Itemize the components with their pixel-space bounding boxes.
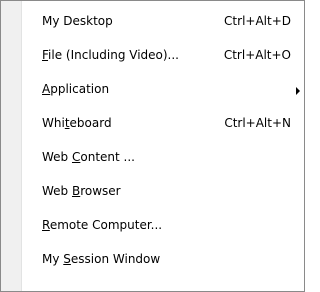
menu-item-label-text: My Desktop	[42, 14, 113, 28]
menu-item-label-text: emote Computer...	[49, 218, 163, 232]
menu-item-shortcut: Ctrl+Alt+D	[224, 14, 291, 28]
menu-item-label-text: rowser	[80, 184, 121, 198]
menu-item-access-key: A	[42, 82, 51, 96]
menu-item-label: Web Browser	[42, 184, 121, 198]
menu-item-my-session-window[interactable]: My Session Window	[22, 243, 304, 277]
menu-item-label-text: Web	[42, 184, 72, 198]
menu-item-label-text: Whi	[42, 116, 65, 130]
menu-item-file-including-video[interactable]: File (Including Video)... Ctrl+Alt+O	[22, 39, 304, 73]
menu-item-label-text: ession Window	[70, 252, 161, 266]
menu-item-application[interactable]: Application	[22, 73, 304, 107]
menu-item-remote-computer[interactable]: Remote Computer...	[22, 209, 304, 243]
menu-item-label-text: ontent ...	[80, 150, 135, 164]
menu-item-label: Web Content ...	[42, 150, 135, 164]
menu-item-my-desktop[interactable]: My Desktop Ctrl+Alt+D	[22, 5, 304, 39]
context-menu: My Desktop Ctrl+Alt+D File (Including Vide…	[0, 0, 305, 292]
menu-item-shortcut: Ctrl+Alt+N	[224, 116, 291, 130]
menu-item-web-browser[interactable]: Web Browser	[22, 175, 304, 209]
menu-item-label: My Desktop	[42, 14, 113, 28]
menu-item-access-key: S	[63, 252, 71, 266]
menu-item-access-key: B	[71, 184, 81, 198]
menu-item-label-text: My	[42, 252, 64, 266]
menu-item-label: My Session Window	[42, 252, 160, 266]
menu-item-web-content[interactable]: Web Content ...	[22, 141, 304, 175]
submenu-arrow-icon	[296, 87, 300, 95]
menu-item-label: Whiteboard	[42, 116, 112, 130]
menu-item-label-text: pplication	[50, 82, 110, 96]
menu-item-whiteboard[interactable]: Whiteboard Ctrl+Alt+N	[22, 107, 304, 141]
menu-item-label: Remote Computer...	[42, 218, 162, 232]
menu-icon-gutter	[1, 1, 22, 291]
menu-item-shortcut: Ctrl+Alt+O	[223, 48, 291, 62]
menu-item-label-text: ile (Including Video)...	[48, 48, 179, 62]
menu-item-label-text: Web	[42, 150, 72, 164]
menu-item-access-key: R	[42, 218, 50, 232]
menu-item-label: Application	[42, 82, 109, 96]
menu-item-label: File (Including Video)...	[42, 48, 179, 62]
menu-item-label-text: eboard	[69, 116, 112, 130]
